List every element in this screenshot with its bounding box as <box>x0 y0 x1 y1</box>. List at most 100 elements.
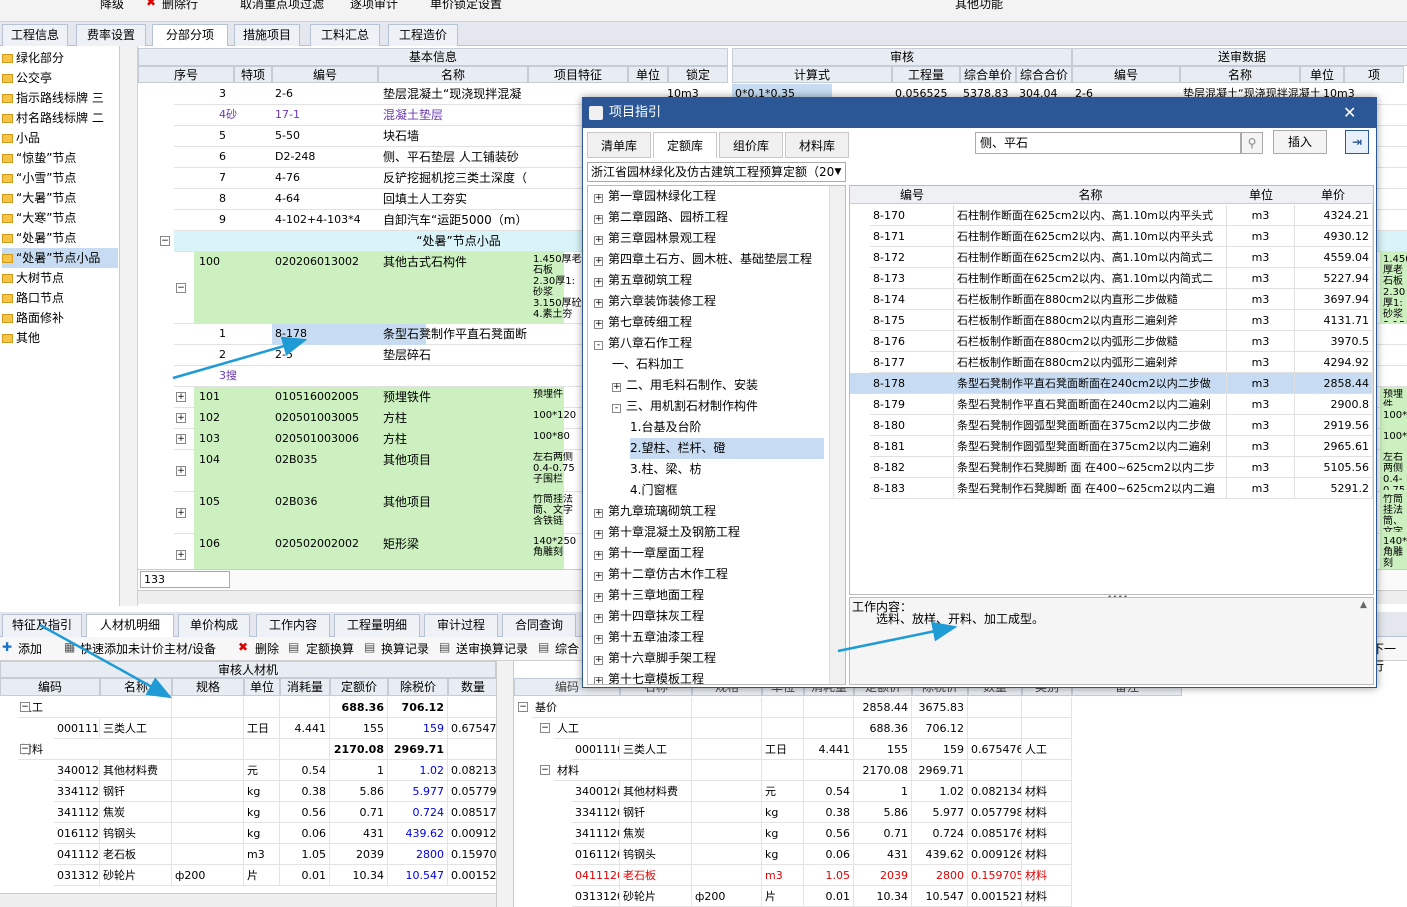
expand-icon[interactable]: + <box>176 413 186 423</box>
expand-icon[interactable]: + <box>594 299 603 308</box>
dock-icon[interactable]: ⇥ <box>1345 130 1369 154</box>
tab-rate[interactable]: 费率设置 <box>76 24 146 46</box>
expand-icon[interactable]: + <box>594 257 603 266</box>
quota-row[interactable]: 8-178 条型石凳制作平直石凳面断面在240cm2以内二步做 m3 2858.44 <box>850 373 1373 394</box>
expand-icon[interactable]: + <box>594 194 603 203</box>
chapter-item[interactable]: + 第四章土石方、圆木桩、基础垫层工程 <box>594 249 812 270</box>
collapse-icon[interactable]: − <box>160 236 170 246</box>
expand-icon[interactable]: − <box>176 283 186 293</box>
convert-record-button[interactable]: 换算记录 <box>381 640 429 657</box>
tree-item[interactable]: “处暑”节点小品 <box>2 248 118 268</box>
audit-cell-quota[interactable]: 431 <box>330 823 388 844</box>
expand-icon[interactable]: + <box>594 530 603 539</box>
expand-icon[interactable]: + <box>594 593 603 602</box>
quota-row[interactable]: 8-175 石栏板制作断面在880cm2以内直形二遍剁斧 m3 4131.71 <box>850 310 1373 331</box>
tab-audit-process[interactable]: 审计过程 <box>424 614 498 637</box>
expand-icon[interactable]: + <box>594 614 603 623</box>
row-code[interactable]: 2-6 <box>272 84 376 104</box>
tree-item[interactable]: 其他 <box>2 328 40 348</box>
collapse-icon[interactable]: − <box>540 723 550 733</box>
toolbar-demote[interactable]: 降级 <box>100 0 124 12</box>
delete-button[interactable]: 删除 <box>255 640 279 657</box>
row-code[interactable]: 020206013002 <box>272 252 376 272</box>
collapse-icon[interactable]: − <box>518 702 528 712</box>
audit-cell-qty[interactable] <box>448 697 496 718</box>
toolbar-other[interactable]: 其他功能 <box>955 0 1003 12</box>
row-code[interactable]: 4-64 <box>272 189 376 209</box>
v-splitter[interactable] <box>496 661 514 907</box>
row-code[interactable]: 2-5 <box>272 345 376 365</box>
tab-quota-lib[interactable]: 定额库 <box>653 132 717 158</box>
splitter[interactable] <box>120 46 138 606</box>
audit-cell-qty[interactable]: 0.085176 <box>448 802 496 823</box>
toolbar-price-lock[interactable]: 单价锁定设置 <box>430 0 502 12</box>
tree-item[interactable]: “惊蛰”节点 <box>2 148 76 168</box>
expand-icon[interactable]: + <box>176 550 186 560</box>
h-scrollbar[interactable] <box>0 893 496 907</box>
row-code[interactable]: 5-50 <box>272 126 376 146</box>
quota-row[interactable]: 8-182 条型石凳制作石凳脚断 面 在400~625cm2以内二步 m3 5105.… <box>850 457 1373 478</box>
quota-row[interactable]: 8-176 石栏板制作断面在880cm2以内弧形二步做糙 m3 3970.5 <box>850 331 1373 352</box>
row-code[interactable]: 02B035 <box>272 450 376 470</box>
expand-icon[interactable]: + <box>594 215 603 224</box>
tree-item[interactable]: 小品 <box>2 128 40 148</box>
quota-convert-button[interactable]: 定额换算 <box>306 640 354 657</box>
submit-convert-record-button[interactable]: 送审换算记录 <box>456 640 528 657</box>
chapter-item[interactable]: + 第十二章仿古木作工程 <box>594 564 728 585</box>
tab-contract[interactable]: 合同查询 <box>502 614 576 637</box>
audit-cell-quota[interactable]: 5.86 <box>330 781 388 802</box>
chapter-item[interactable]: + 第十五章油漆工程 <box>594 627 704 648</box>
library-select[interactable]: 浙江省园林绿化及仿古建筑工程预算定额（20 <box>587 162 846 182</box>
tree-item[interactable]: 路面修补 <box>2 308 64 328</box>
audit-cell-quota[interactable]: 0.71 <box>330 802 388 823</box>
audit-cell-tax[interactable]: 10.547 <box>388 865 448 886</box>
chapter-item[interactable]: 4.门窗框 <box>630 480 677 501</box>
tab-project-info[interactable]: 工程信息 <box>2 24 68 46</box>
tree-item[interactable]: “小雪”节点 <box>2 168 76 188</box>
audit-cell-quota[interactable]: 155 <box>330 718 388 739</box>
quota-row[interactable]: 8-174 石栏板制作断面在880cm2以内直形二步做糙 m3 3697.94 <box>850 289 1373 310</box>
audit-cell-cons[interactable]: 0.01 <box>280 865 330 886</box>
audit-cell-qty[interactable]: 0.082134 <box>448 760 496 781</box>
quota-row[interactable]: 8-179 条型石凳制作平直石凳面断面在240cm2以内二遍剁 m3 2900.8 <box>850 394 1373 415</box>
row-code[interactable]: 8-178 <box>272 324 376 344</box>
row-code[interactable]: 010516002005 <box>272 387 376 407</box>
chapter-item[interactable]: 一、石料加工 <box>612 354 684 375</box>
audit-cell-quota[interactable]: 2039 <box>330 844 388 865</box>
audit-cell-quota[interactable]: 1 <box>330 760 388 781</box>
row-code[interactable]: 02B036 <box>272 492 376 512</box>
audit-cell-quota[interactable]: 10.34 <box>330 865 388 886</box>
chapter-item[interactable]: + 第一章园林绿化工程 <box>594 186 716 207</box>
chapter-item[interactable]: 2.望柱、栏杆、磴 <box>630 438 824 459</box>
tree-item[interactable]: 路口节点 <box>2 288 64 308</box>
chapter-item[interactable]: 1.台基及台阶 <box>630 417 701 438</box>
composite-button[interactable]: 综合 <box>555 640 579 657</box>
toolbar-cancel-filter[interactable]: 取消重点项过滤 <box>240 0 324 12</box>
expand-icon[interactable]: + <box>176 392 186 402</box>
collapse-icon[interactable]: ▲ <box>1360 600 1367 610</box>
tree-item[interactable]: 村名路线标牌 二 <box>2 108 104 128</box>
chevron-down-icon[interactable]: ▼ <box>831 163 845 181</box>
tree-item[interactable]: 公交亭 <box>2 68 52 88</box>
expand-icon[interactable]: + <box>594 551 603 560</box>
quota-row[interactable]: 8-177 石栏板制作断面在880cm2以内弧形二遍剁斧 m3 4294.92 <box>850 352 1373 373</box>
chapter-item[interactable]: 3.柱、梁、枋 <box>630 459 701 480</box>
audit-cell-qty[interactable]: 0.675476 <box>448 718 496 739</box>
chapter-item[interactable]: + 第六章装饰装修工程 <box>594 291 716 312</box>
tab-qty-detail[interactable]: 工程量明细 <box>334 614 420 637</box>
chapter-item[interactable]: + 第十一章屋面工程 <box>594 543 704 564</box>
audit-cell-tax[interactable]: 706.12 <box>388 697 448 718</box>
tab-materials[interactable]: 工料汇总 <box>310 24 380 46</box>
chapter-item[interactable]: + 第九章琉璃砌筑工程 <box>594 501 716 522</box>
chapter-item[interactable]: + 第十三章地面工程 <box>594 585 704 606</box>
quota-row[interactable]: 8-181 条型石凳制作圆弧型凳面断面在375cm2以内二遍剁 m3 2965.61 <box>850 436 1373 457</box>
collapse-icon[interactable]: − <box>20 702 30 712</box>
audit-cell-qty[interactable]: 0.057798 <box>448 781 496 802</box>
audit-cell-tax[interactable]: 2800 <box>388 844 448 865</box>
tab-price-lib[interactable]: 组价库 <box>719 132 783 158</box>
audit-cell-quota[interactable]: 2170.08 <box>330 739 388 760</box>
expand-icon[interactable]: + <box>594 656 603 665</box>
row-code[interactable]: D2-248 <box>272 147 376 167</box>
audit-cell-qty[interactable]: 0.001521 <box>448 865 496 886</box>
quota-row[interactable]: 8-173 石柱制作断面在625cm2以内、高1.10m以内简式二 m3 5227.9… <box>850 268 1373 289</box>
